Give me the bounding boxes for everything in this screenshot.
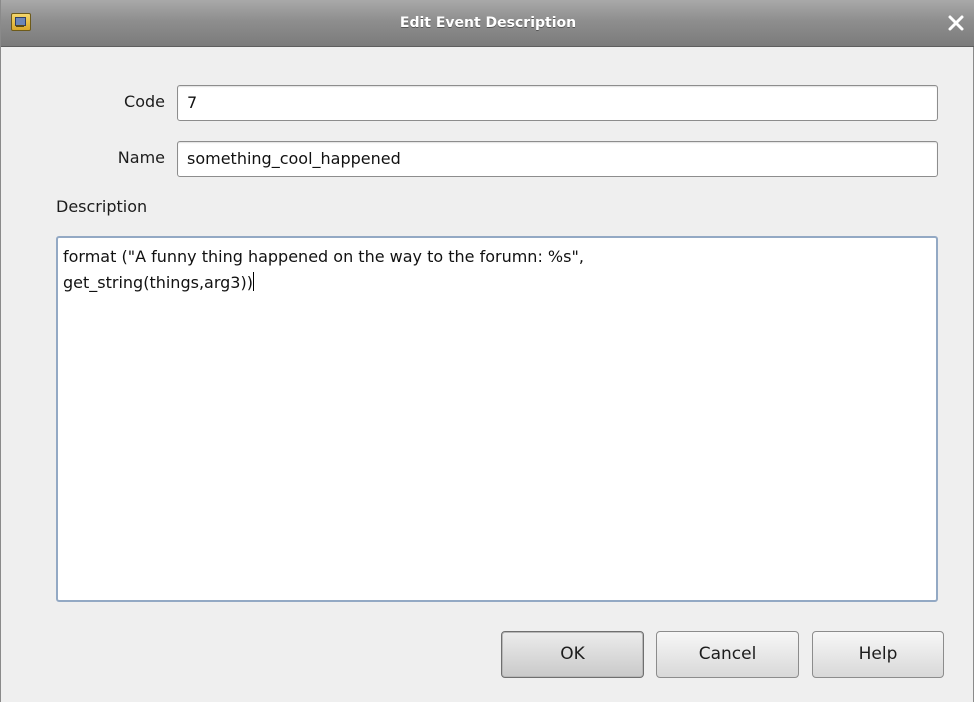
description-label: Description [56, 197, 148, 216]
cancel-button[interactable]: Cancel [656, 631, 799, 678]
code-field[interactable]: 7 [177, 85, 938, 121]
code-label: Code [124, 92, 165, 111]
title-bar[interactable]: Edit Event Description [1, 0, 974, 47]
help-button[interactable]: Help [812, 631, 944, 678]
window-title: Edit Event Description [399, 15, 577, 31]
description-line-last: get_string(things,arg3)) [63, 270, 931, 296]
edit-event-dialog: Edit Event Description Code 7 Name somet… [0, 0, 974, 702]
description-line: format ("A funny thing happened on the w… [63, 247, 584, 266]
ok-button[interactable]: OK [501, 631, 644, 678]
description-textarea[interactable]: format ("A funny thing happened on the w… [56, 236, 938, 602]
close-button[interactable] [945, 12, 967, 34]
name-field[interactable]: something_cool_happened [177, 141, 938, 177]
description-line-text: get_string(things,arg3)) [63, 273, 253, 292]
close-icon [948, 15, 964, 31]
text-cursor [252, 272, 254, 291]
name-label: Name [117, 148, 165, 167]
